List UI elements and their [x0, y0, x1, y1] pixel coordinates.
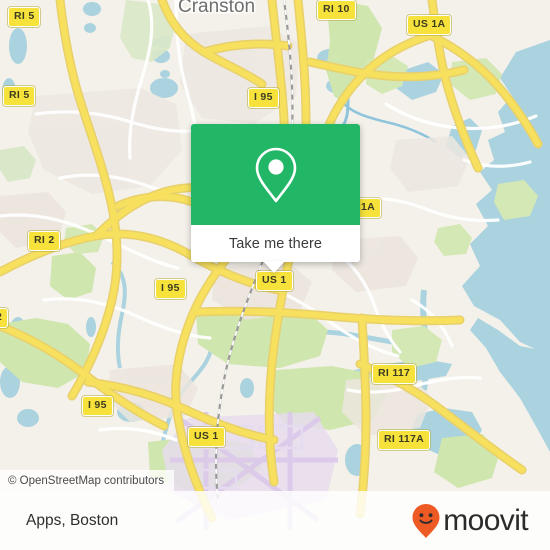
- footer-bar: Apps, Boston moovit: [0, 491, 550, 550]
- road-shield-i-95-top: I 95: [248, 88, 279, 108]
- map-canvas[interactable]: Cranston RI 5 RI 10 US 1A RI 5I 95 RI 2 1A I 9…: [0, 0, 550, 550]
- card-action-area[interactable]: Take me there: [191, 225, 360, 262]
- road-shield-ri-10: RI 10: [317, 0, 356, 20]
- road-shield-ri-edge-left: 2: [0, 308, 9, 328]
- road-shield-ri-117a: RI 117A: [378, 430, 431, 450]
- map-attribution[interactable]: © OpenStreetMap contributors: [0, 470, 175, 491]
- card-pointer-tail: [263, 261, 285, 273]
- road-shield-ri-5-west: RI 5: [3, 86, 36, 106]
- moovit-wordmark: moovit: [443, 503, 528, 537]
- moovit-map-screenshot: Cranston RI 5 RI 10 US 1A RI 5I 95 RI 2 1A I 9…: [0, 0, 550, 550]
- page-title: Apps, Boston: [26, 511, 119, 529]
- moovit-smiley-pin-icon: [412, 503, 440, 538]
- road-shield-i-95-bottom: I 95: [82, 396, 113, 416]
- take-me-there-card[interactable]: Take me there: [191, 124, 360, 262]
- location-pin-icon: [255, 147, 296, 202]
- road-shield-i-95-mid: I 95: [155, 279, 186, 299]
- card-pin-area: [191, 124, 360, 225]
- road-shield-ri-2: RI 2: [28, 231, 61, 251]
- place-label-cranston: Cranston: [178, 0, 256, 17]
- moovit-brand[interactable]: moovit: [411, 503, 529, 539]
- take-me-there-label: Take me there: [228, 235, 323, 252]
- road-shield-us-1a-top: US 1A: [407, 15, 452, 35]
- road-shield-ri-5-north: RI 5: [8, 7, 41, 27]
- road-shield-us-1-mid: US 1: [256, 271, 293, 291]
- road-shield-us-1-bottom: US 1: [188, 427, 225, 447]
- attribution-text: © OpenStreetMap contributors: [8, 474, 165, 487]
- road-shield-ri-117: RI 117: [372, 364, 417, 384]
